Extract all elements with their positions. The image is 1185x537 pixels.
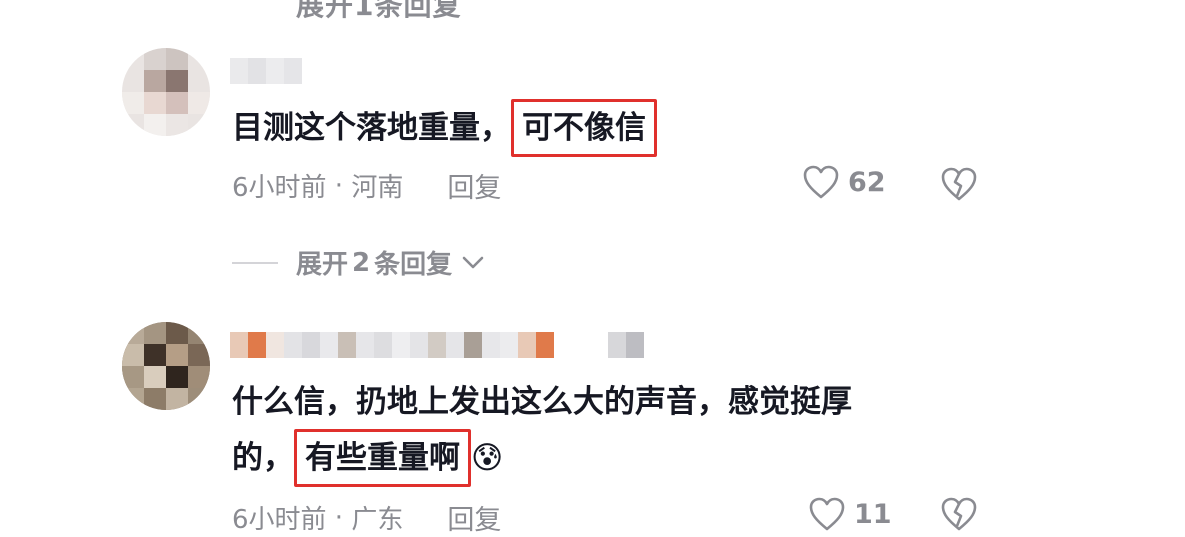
meta-dot: ·: [326, 502, 352, 533]
like-button[interactable]: 62: [802, 164, 886, 200]
reply-count: 2: [352, 247, 371, 278]
expand-suffix: 条回复: [374, 250, 453, 280]
username-blurred[interactable]: [230, 330, 644, 360]
comment-text-plain: 目测这个落地重量，: [232, 110, 511, 146]
comment-meta: 6小时前 · 河南 回复: [232, 166, 501, 205]
avatar[interactable]: [122, 322, 210, 410]
location: 河南: [351, 173, 404, 203]
highlight-box: 有些重量啊: [294, 429, 471, 487]
crying-face-icon: 😰: [471, 440, 504, 476]
expand-replies[interactable]: 展开 2 条回复: [232, 244, 488, 281]
timestamp: 6小时前: [232, 173, 327, 203]
expand-prefix: 展开: [296, 250, 349, 280]
comment-text-line-2: 的， 有些重量啊 😰: [232, 426, 503, 490]
username-blurred[interactable]: [230, 56, 302, 86]
broken-heart-icon[interactable]: [940, 496, 978, 532]
heart-icon: [803, 165, 839, 199]
broken-heart-icon[interactable]: [940, 166, 978, 202]
meta-dot: ·: [326, 170, 352, 201]
comment-text: 目测这个落地重量， 可不像信: [232, 96, 657, 160]
reply-button[interactable]: 回复: [447, 166, 501, 205]
reply-button[interactable]: 回复: [447, 498, 501, 537]
like-count: 11: [854, 498, 892, 530]
location: 广东: [351, 505, 404, 535]
comment-meta: 6小时前 · 广东 回复: [232, 498, 501, 537]
chevron-down-icon: [462, 256, 484, 268]
divider-line: [232, 261, 278, 264]
comment-text-line-1: 什么信，扔地上发出这么大的声音，感觉挺厚: [232, 384, 852, 420]
avatar[interactable]: [122, 48, 210, 136]
highlight-box: 可不像信: [511, 99, 657, 157]
like-button[interactable]: 11: [808, 496, 892, 532]
expand-replies-partial[interactable]: 展开1条回复: [296, 0, 461, 24]
heart-icon: [809, 497, 845, 531]
like-count: 62: [848, 166, 886, 198]
comment-text-plain: 的，: [232, 440, 294, 476]
timestamp: 6小时前: [232, 505, 327, 535]
